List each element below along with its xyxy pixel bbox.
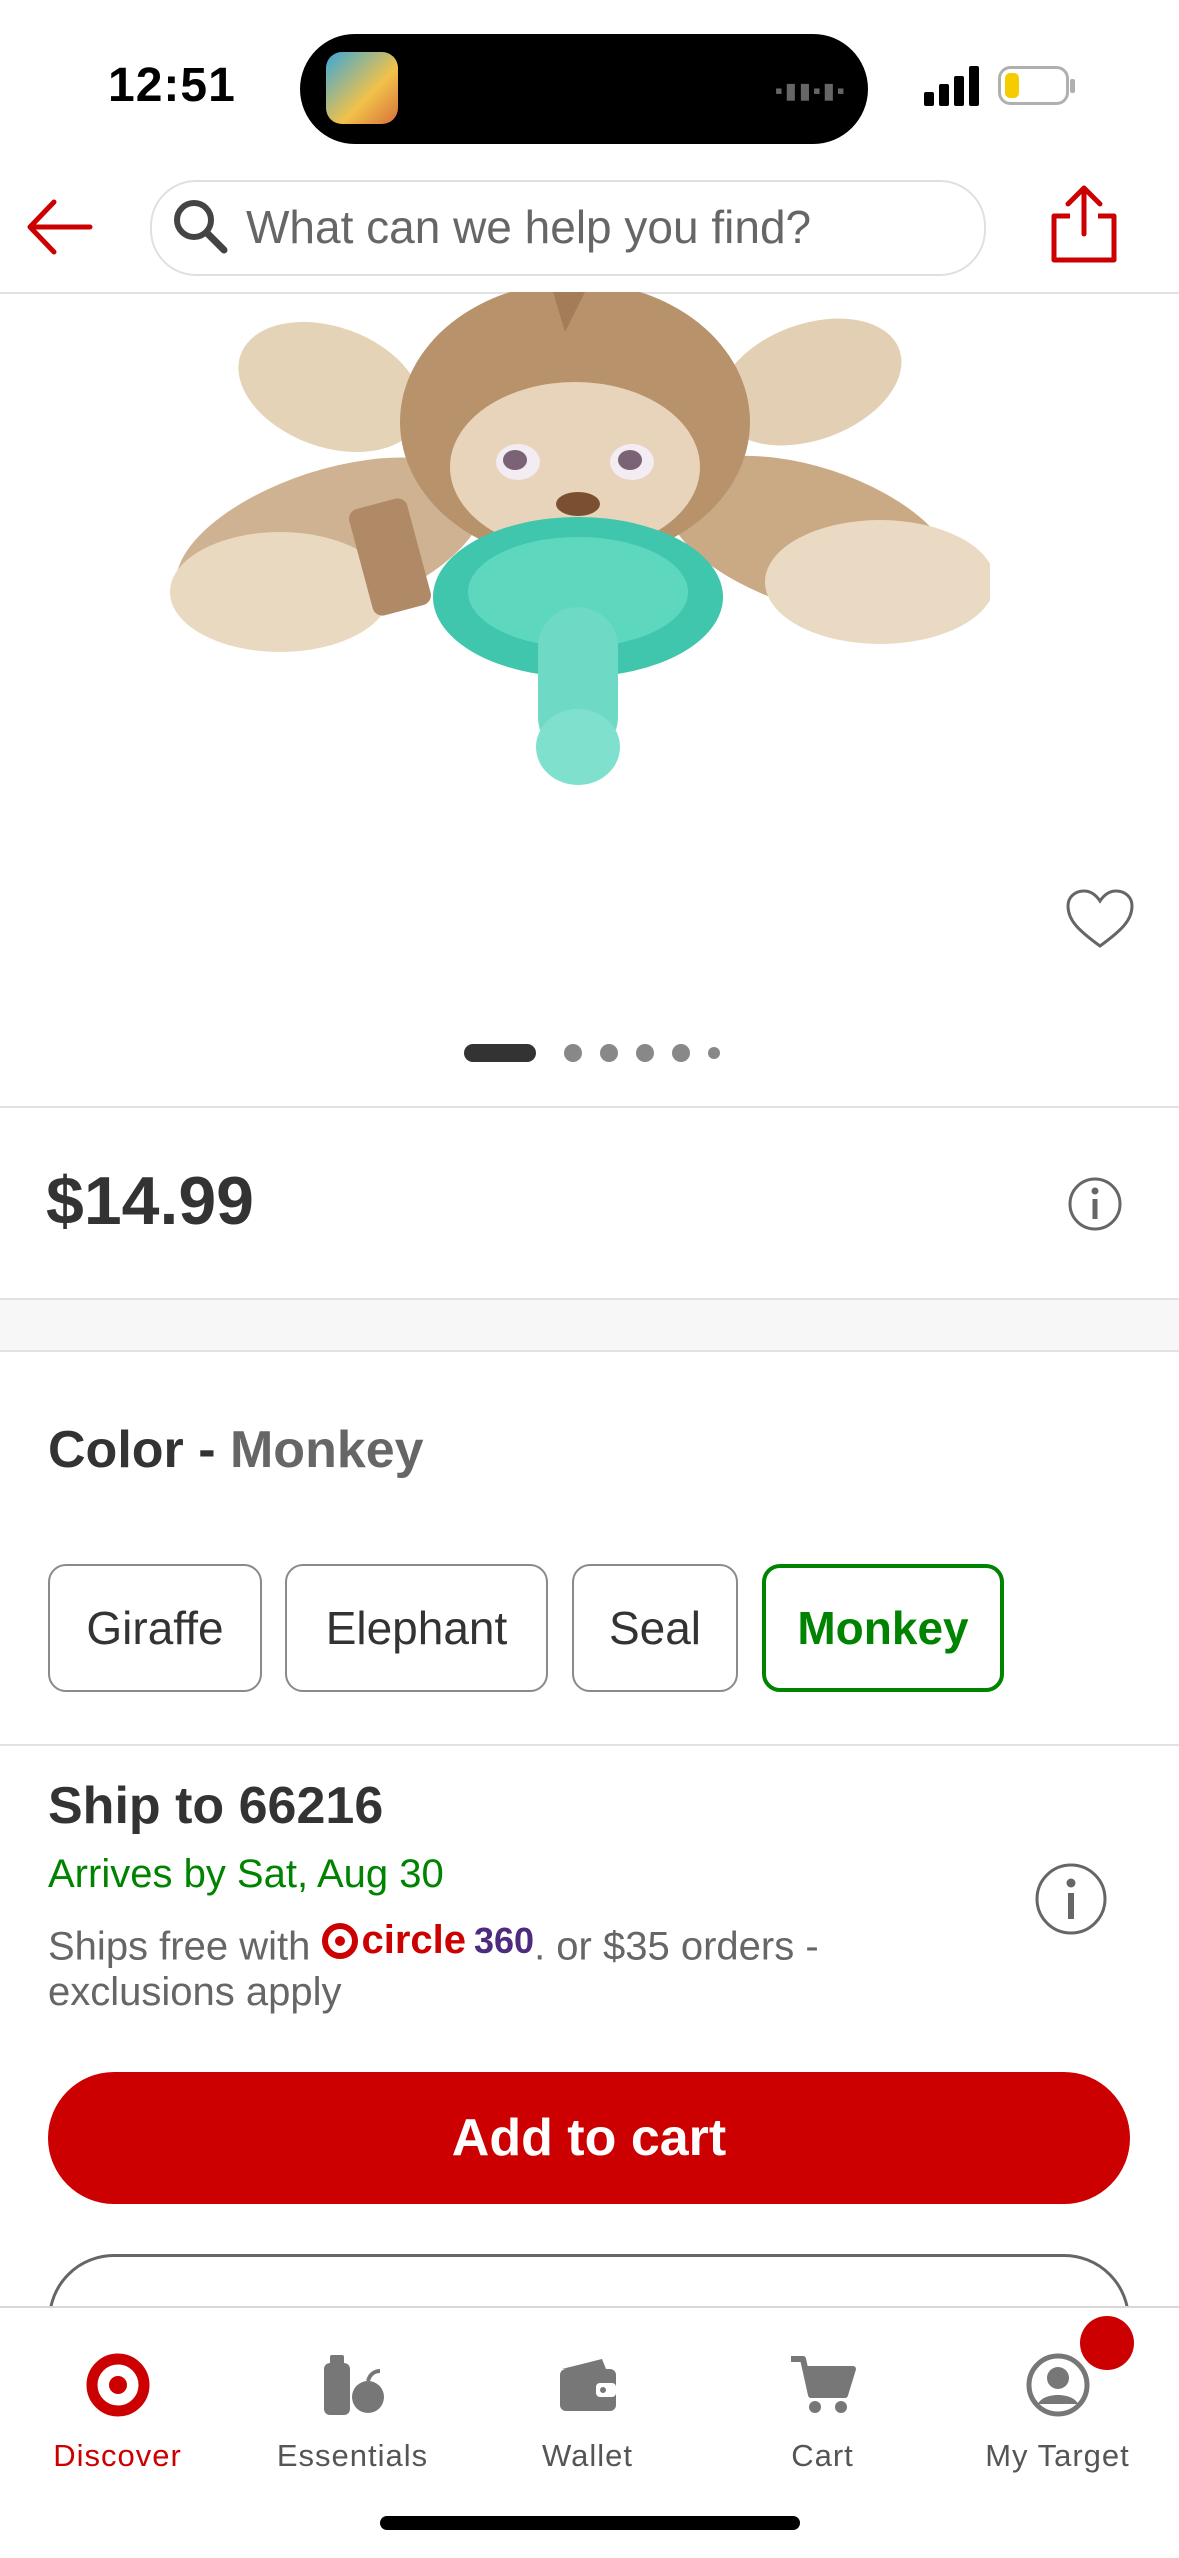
wallet-icon — [559, 2359, 616, 2411]
now-playing-thumbnail[interactable] — [326, 52, 398, 124]
shipping-terms: Ships free with circle 360. or $35 orders… — [48, 1918, 819, 1970]
back-arrow-icon[interactable] — [20, 192, 100, 262]
color-separator: - — [183, 1421, 230, 1479]
tab-discover[interactable]: Discover — [0, 2320, 235, 2474]
carousel-dot[interactable] — [672, 1044, 690, 1062]
share-icon[interactable] — [1046, 184, 1122, 264]
tab-label: My Target — [985, 2438, 1130, 2473]
carousel-dot[interactable] — [600, 1044, 618, 1062]
tab-cart[interactable]: Cart — [705, 2320, 940, 2474]
divider — [0, 1106, 1179, 1108]
audio-wave-icon: ▪▮▮▪▮▪ — [775, 78, 847, 103]
carousel-dot[interactable] — [564, 1044, 582, 1062]
favorite-heart-icon[interactable] — [1064, 888, 1136, 952]
battery-icon — [998, 66, 1075, 105]
info-icon[interactable] — [1034, 1862, 1108, 1936]
ship-to-heading[interactable]: Ship to 66216 — [48, 1776, 383, 1836]
home-indicator[interactable] — [380, 2516, 800, 2530]
tab-wallet[interactable]: Wallet — [470, 2320, 705, 2474]
shipping-terms-prefix: Ships free with — [48, 1924, 322, 1969]
account-icon — [1026, 2353, 1089, 2417]
price: $14.99 — [46, 1163, 254, 1239]
target-bullseye-icon — [86, 2353, 149, 2417]
info-icon[interactable] — [1067, 1176, 1123, 1232]
add-to-cart-button[interactable]: Add to cart — [48, 2072, 1130, 2204]
cellular-signal-icon — [924, 66, 979, 106]
color-selected: Monkey — [229, 1421, 424, 1479]
essentials-icon — [323, 2355, 384, 2415]
tab-essentials[interactable]: Essentials — [235, 2320, 470, 2474]
notification-badge — [1080, 2316, 1134, 2370]
search-placeholder: What can we help you find? — [246, 201, 812, 253]
target-bullseye-icon — [322, 1922, 359, 1959]
shipping-terms-suffix: . or $35 orders - — [534, 1924, 819, 1969]
carousel-dot[interactable] — [708, 1047, 720, 1059]
color-label: Color — [48, 1421, 184, 1479]
color-option-seal[interactable]: Seal — [572, 1564, 738, 1692]
section-separator — [0, 1298, 1179, 1352]
circle-360-logo: circle 360 — [321, 1918, 534, 1963]
tab-my-target[interactable]: My Target — [940, 2320, 1175, 2474]
color-option-elephant[interactable]: Elephant — [285, 1564, 548, 1692]
cart-icon — [790, 2356, 856, 2413]
search-icon — [174, 200, 228, 254]
arrival-date: Arrives by Sat, Aug 30 — [48, 1852, 444, 1896]
color-heading: Color - Monkey — [48, 1420, 424, 1480]
circle-360-number: 360 — [474, 1919, 535, 1961]
divider — [0, 1744, 1179, 1746]
tab-label: Cart — [791, 2438, 854, 2473]
carousel-dot[interactable] — [636, 1044, 654, 1062]
color-option-monkey[interactable]: Monkey — [762, 1564, 1004, 1692]
tab-label: Discover — [53, 2438, 182, 2473]
carousel-dot-active[interactable] — [464, 1044, 536, 1062]
color-option-giraffe[interactable]: Giraffe — [48, 1564, 262, 1692]
shipping-exclusions: exclusions apply — [48, 1970, 342, 2014]
tab-label: Wallet — [542, 2438, 633, 2473]
status-time: 12:51 — [108, 59, 236, 112]
circle-text: circle — [361, 1918, 466, 1962]
tab-label: Essentials — [276, 2438, 429, 2473]
product-image[interactable] — [160, 292, 990, 792]
image-carousel-indicator[interactable] — [0, 1030, 1179, 1074]
